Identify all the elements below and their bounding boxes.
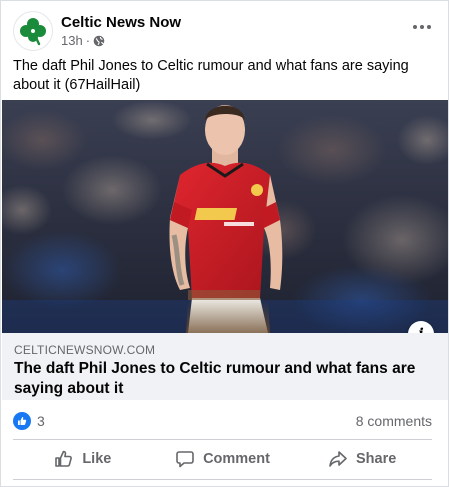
- like-button[interactable]: Like: [13, 442, 153, 476]
- clover-logo-icon: [20, 18, 46, 46]
- share-button[interactable]: Share: [292, 442, 432, 476]
- page-name[interactable]: Celtic News Now: [61, 14, 181, 31]
- reactions-bar: 3 8 comments: [13, 409, 432, 433]
- link-domain: CELTICNEWSNOW.COM: [14, 343, 156, 357]
- action-bar: Like Comment Share: [13, 442, 432, 476]
- like-label: Like: [82, 451, 112, 467]
- post-card: Celtic News Now 13h · The daft Phil Jone…: [0, 0, 449, 487]
- post-image[interactable]: i: [2, 100, 448, 333]
- meta-separator: ·: [85, 33, 91, 48]
- more-options-icon: [413, 25, 431, 29]
- link-preview[interactable]: CELTICNEWSNOW.COM The daft Phil Jones to…: [2, 333, 448, 400]
- player-photo: [2, 100, 448, 333]
- post-header: Celtic News Now 13h ·: [13, 11, 436, 51]
- divider: [13, 439, 432, 440]
- thumbs-up-icon: [55, 450, 73, 467]
- thumbs-up-mini-icon: [18, 417, 27, 425]
- like-reaction-icon[interactable]: [13, 412, 31, 430]
- post-meta: 13h ·: [61, 33, 105, 48]
- comments-count[interactable]: 8 comments: [356, 413, 432, 429]
- globe-icon[interactable]: [93, 35, 105, 47]
- comment-icon: [176, 451, 194, 468]
- share-icon: [329, 451, 347, 467]
- reaction-count[interactable]: 3: [37, 413, 45, 429]
- comment-button[interactable]: Comment: [153, 442, 293, 476]
- share-label: Share: [356, 451, 397, 467]
- post-text: The daft Phil Jones to Celtic rumour and…: [13, 58, 409, 93]
- page-avatar[interactable]: [13, 11, 53, 51]
- comment-label: Comment: [203, 451, 270, 467]
- link-title[interactable]: The daft Phil Jones to Celtic rumour and…: [14, 359, 434, 399]
- more-options-button[interactable]: [408, 13, 436, 41]
- divider: [13, 479, 432, 480]
- post-time[interactable]: 13h: [61, 33, 83, 48]
